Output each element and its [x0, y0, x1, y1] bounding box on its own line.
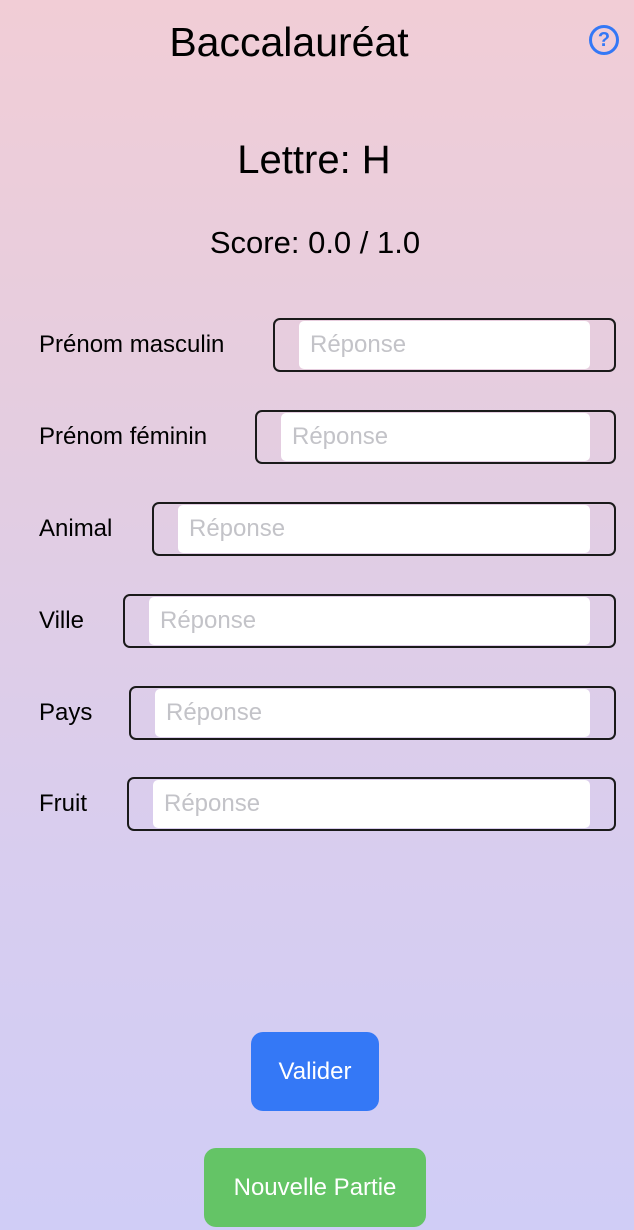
field-label: Prénom féminin	[39, 423, 208, 450]
field-label: Pays	[39, 699, 93, 726]
field-frame	[152, 502, 616, 556]
field-row-ville: Ville	[0, 594, 634, 648]
field-row-prenom-feminin: Prénom féminin	[0, 410, 634, 464]
field-label: Animal	[39, 515, 113, 542]
field-frame	[273, 318, 616, 372]
field-row-fruit: Fruit	[0, 777, 634, 831]
prenom-feminin-input[interactable]	[281, 413, 590, 461]
field-label: Prénom masculin	[39, 331, 225, 358]
pays-input[interactable]	[155, 689, 590, 737]
field-frame	[129, 686, 616, 740]
app-title: Baccalauréat	[169, 19, 409, 65]
fruit-input[interactable]	[153, 780, 590, 828]
field-frame	[127, 777, 616, 831]
new-game-button[interactable]: Nouvelle Partie	[204, 1148, 426, 1227]
field-row-pays: Pays	[0, 686, 634, 740]
field-row-animal: Animal	[0, 502, 634, 556]
field-label: Fruit	[39, 790, 87, 817]
score-display: Score: 0.0 / 1.0	[209, 225, 421, 260]
prenom-masculin-input[interactable]	[299, 321, 590, 369]
animal-input[interactable]	[178, 505, 590, 553]
field-frame	[123, 594, 616, 648]
ville-input[interactable]	[149, 597, 590, 645]
field-frame	[255, 410, 616, 464]
current-letter: Lettre: H	[237, 138, 391, 182]
field-label: Ville	[39, 607, 84, 634]
help-question-icon[interactable]: ?	[589, 25, 619, 55]
validate-button[interactable]: Valider	[251, 1032, 379, 1111]
field-row-prenom-masculin: Prénom masculin	[0, 318, 634, 372]
